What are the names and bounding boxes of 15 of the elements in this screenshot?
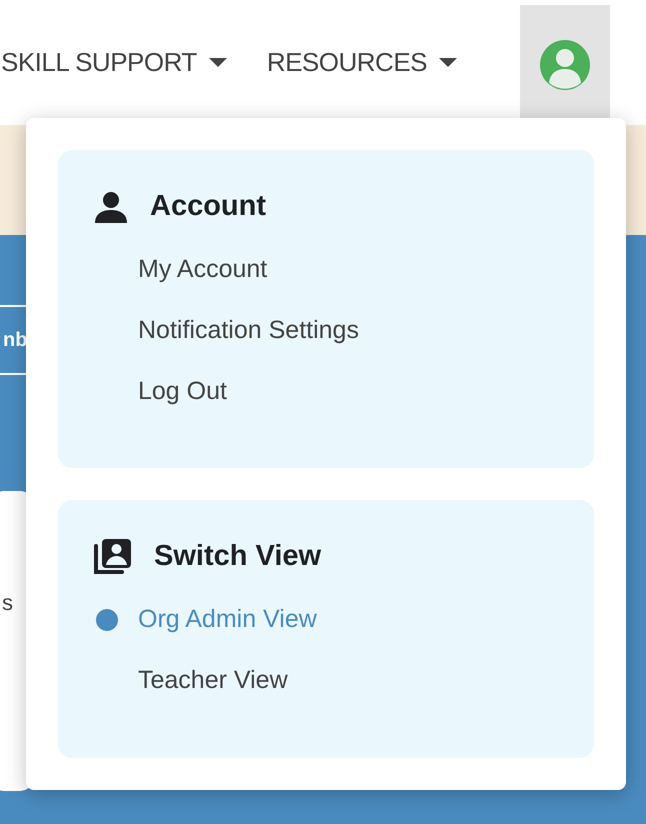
menu-item-link[interactable]: Teacher View bbox=[138, 662, 288, 700]
person-icon bbox=[94, 191, 128, 223]
button-text: nb bbox=[3, 328, 28, 353]
menu-item-link[interactable]: My Account bbox=[138, 250, 268, 288]
card-text: s bbox=[2, 589, 13, 617]
menu-item-link[interactable]: Notification Settings bbox=[138, 312, 359, 350]
caret-icon bbox=[439, 58, 458, 68]
caret-icon bbox=[208, 58, 227, 68]
avatar-icon bbox=[540, 40, 590, 90]
nav-menu-link[interactable]: SKILL SUPPORT bbox=[1, 43, 227, 82]
nav-menu-link[interactable]: RESOURCES bbox=[266, 43, 458, 82]
menu-item-link[interactable]: Log Out bbox=[138, 372, 227, 410]
contacts-stack-icon bbox=[94, 538, 132, 576]
section-title: Switch View bbox=[154, 539, 322, 574]
section-title: Account bbox=[150, 189, 266, 224]
